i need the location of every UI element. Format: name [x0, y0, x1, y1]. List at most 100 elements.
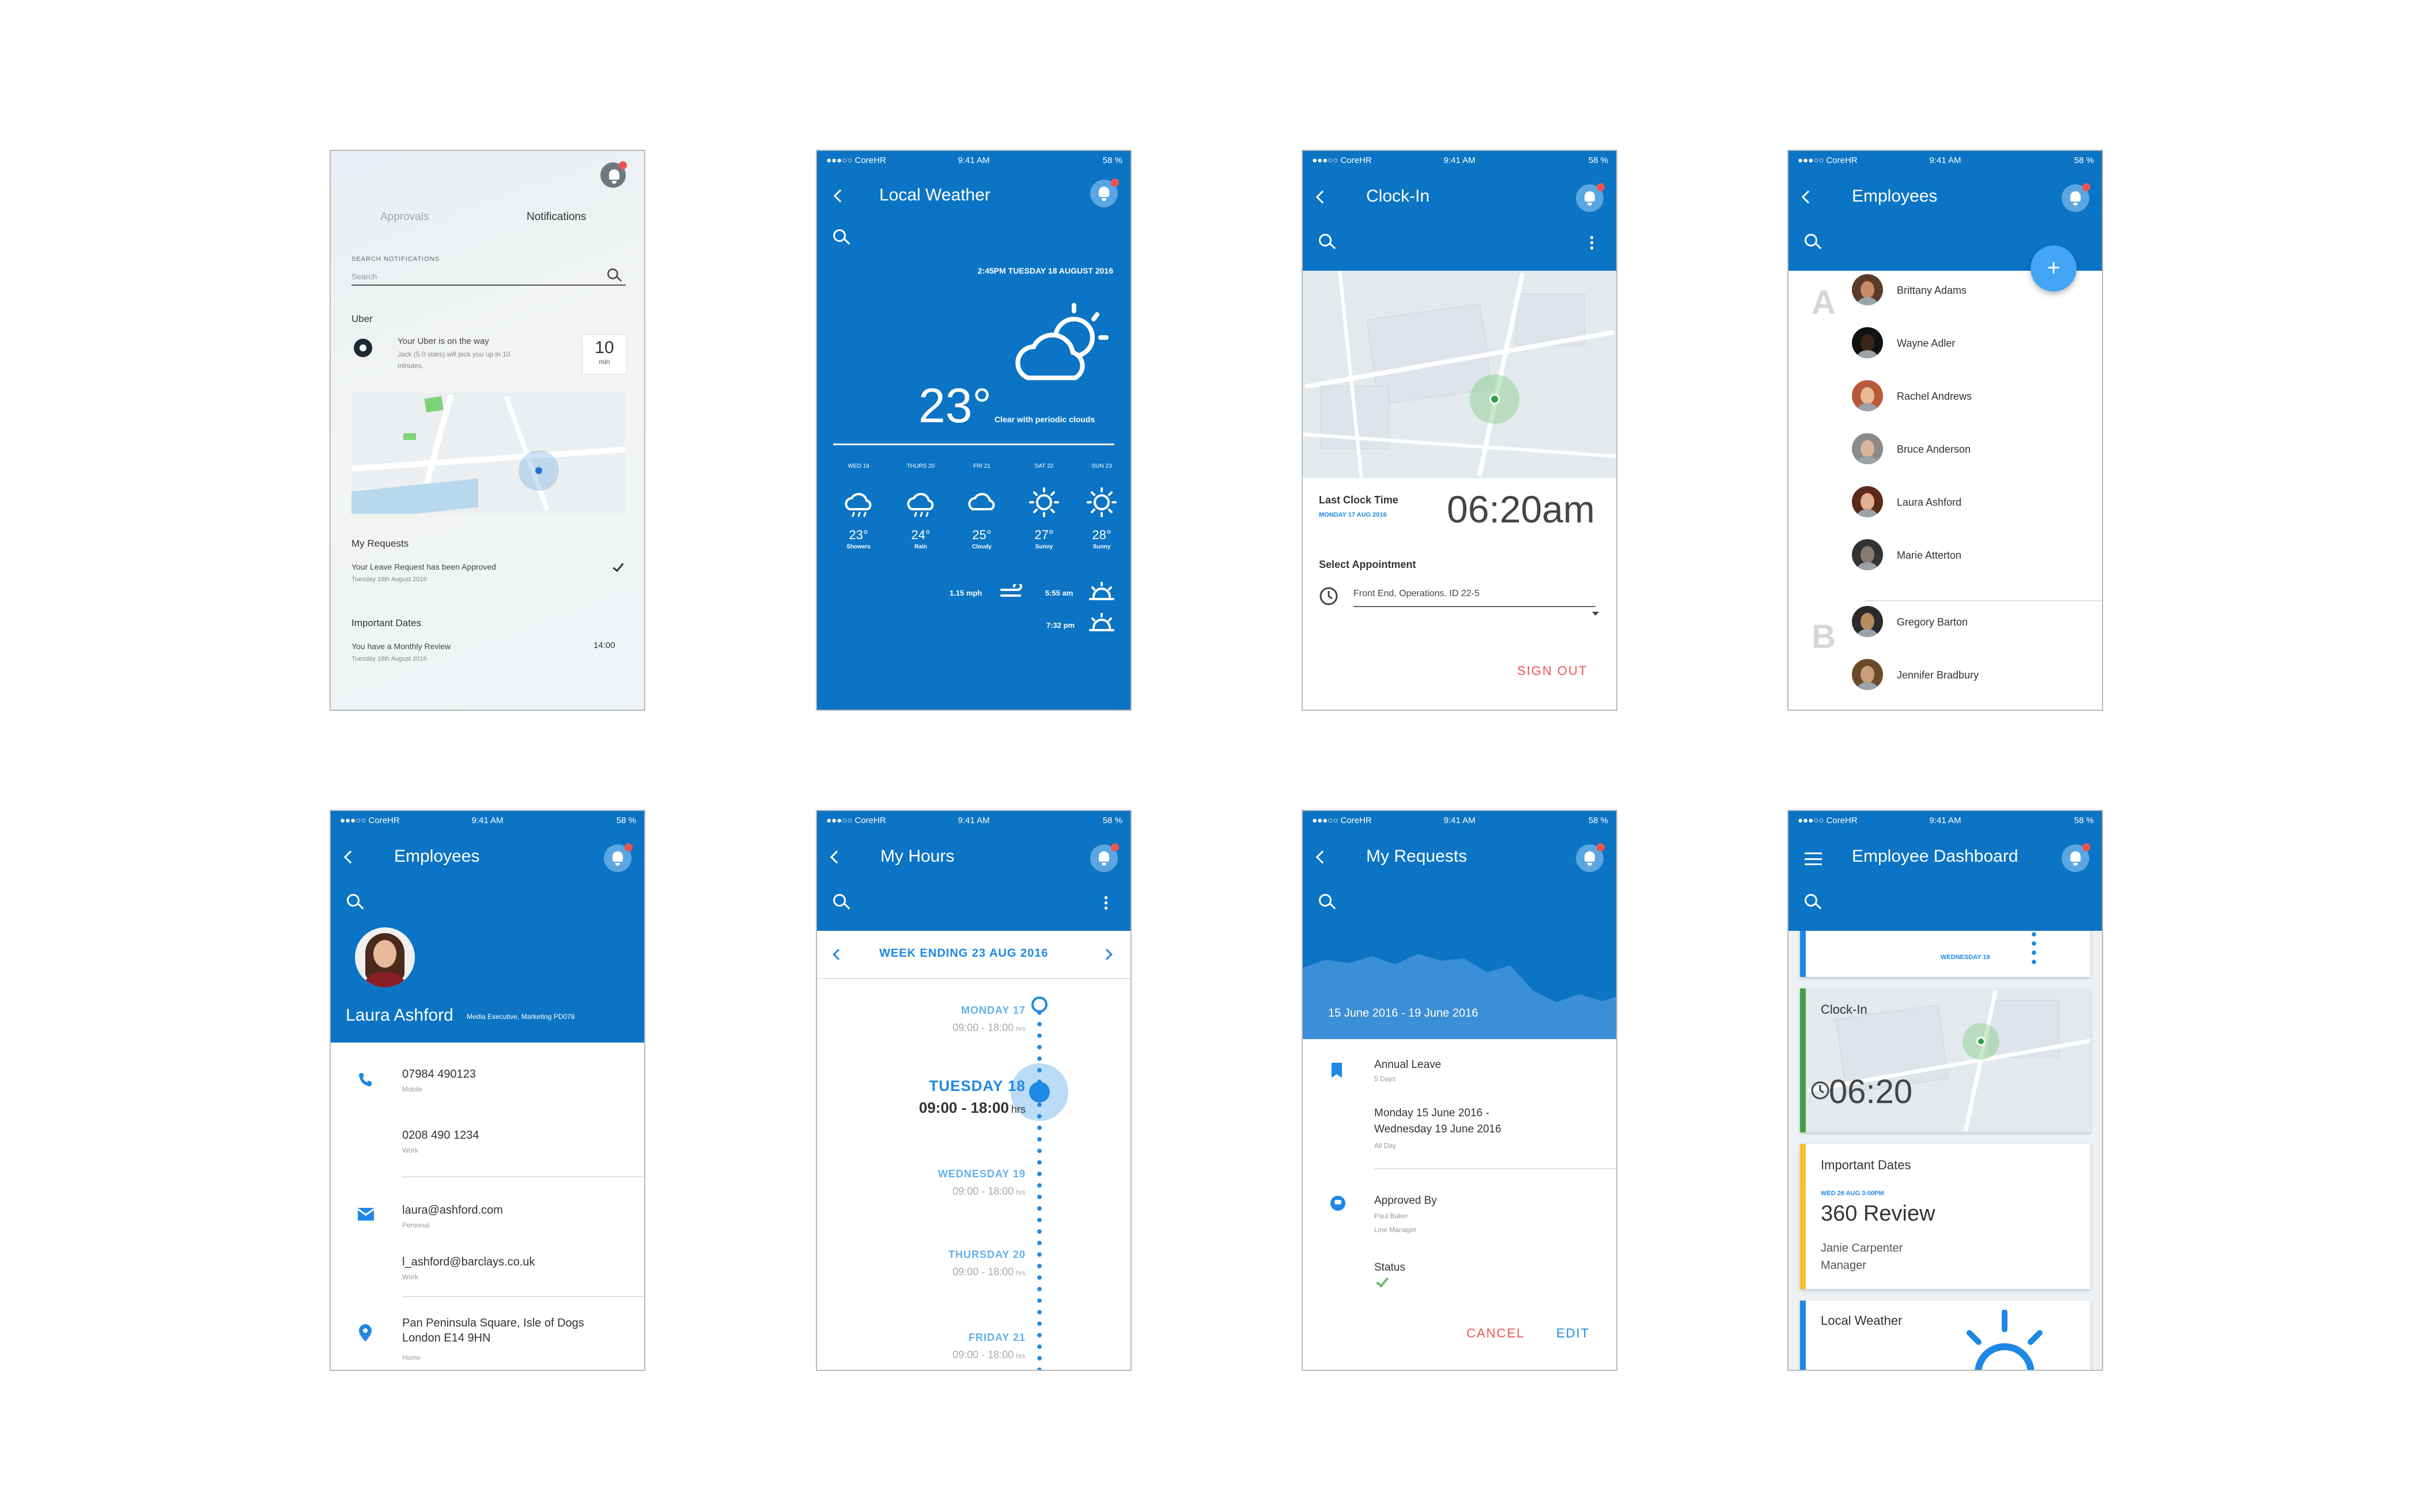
email-personal[interactable]: laura@ashford.com: [402, 1204, 503, 1217]
forecast-temp: 27°: [1034, 528, 1054, 542]
request-days: 5 Days: [1374, 1075, 1396, 1083]
clock: 9:41 AM: [1443, 156, 1476, 165]
back-icon[interactable]: [833, 189, 847, 203]
hours-day[interactable]: THURSDAY 20: [948, 1249, 1026, 1261]
hours-card-day: WEDNESDAY 19: [1941, 954, 1990, 961]
requests-title[interactable]: Your Leave Request has been Approved: [351, 562, 496, 571]
search-icon[interactable]: [1805, 234, 1822, 250]
dates-card-role: Manager: [1821, 1259, 1866, 1272]
hours-value: 09:00 - 18:00: [918, 1099, 1009, 1116]
notification-bell-icon[interactable]: [1090, 843, 1119, 872]
notification-bell-icon[interactable]: [1090, 179, 1119, 207]
employee-row[interactable]: Rachel Andrews: [1852, 379, 2100, 414]
notification-bell-icon[interactable]: [2062, 183, 2090, 212]
sign-out-button[interactable]: SIGN OUT: [1517, 664, 1587, 679]
dates-card-person: Janie Carpenter: [1821, 1242, 1903, 1255]
clockin-card[interactable]: Clock-In 06:20: [1800, 988, 2090, 1132]
status-bar: ●●●○○ CoreHR 9:41 AM 58 %: [817, 811, 1130, 829]
wind-icon: [1000, 584, 1022, 597]
week-label: WEEK ENDING 23 AUG 2016: [879, 947, 1049, 960]
notification-bell-icon[interactable]: [1576, 843, 1605, 872]
tab-notifications[interactable]: Notifications: [527, 211, 587, 223]
hours-day[interactable]: WEDNESDAY 19: [938, 1168, 1026, 1180]
cancel-button[interactable]: CANCEL: [1466, 1326, 1525, 1341]
employee-name: Brittany Adams: [1897, 285, 1967, 296]
tab-approvals[interactable]: Approvals: [380, 211, 429, 223]
employee-row[interactable]: Bruce Anderson: [1852, 432, 2100, 467]
dates-title[interactable]: You have a Monthly Review: [351, 642, 451, 651]
back-icon[interactable]: [1315, 850, 1329, 864]
clock: 9:41 AM: [958, 156, 990, 165]
search-icon[interactable]: [1319, 894, 1336, 910]
uber-eta: 10: [595, 338, 614, 357]
employee-row[interactable]: Laura Ashford: [1852, 485, 2100, 520]
avatar: [1852, 486, 1883, 517]
phone-mobile[interactable]: 07984 490123: [402, 1068, 476, 1081]
employee-row[interactable]: Jennifer Bradbury: [1852, 658, 2100, 692]
hours-day[interactable]: TUESDAY 18: [929, 1077, 1026, 1095]
page-title: Clock-In: [1366, 187, 1430, 206]
previous-week-icon[interactable]: [833, 949, 844, 960]
divider: [402, 1176, 644, 1177]
email-work[interactable]: l_ashford@barclays.co.uk: [402, 1256, 535, 1269]
search-icon[interactable]: [1805, 894, 1822, 910]
search-icon[interactable]: [833, 894, 850, 910]
back-icon[interactable]: [1801, 190, 1815, 204]
back-icon[interactable]: [343, 850, 357, 864]
status-bar: ●●●○○ CoreHR 9:41 AM 58 %: [817, 151, 1130, 169]
search-icon[interactable]: [1319, 234, 1336, 250]
edit-button[interactable]: EDIT: [1556, 1326, 1590, 1341]
more-icon[interactable]: [1590, 235, 1593, 250]
hours-day[interactable]: FRIDAY 21: [969, 1332, 1026, 1344]
forecast-day: WED 19: [848, 463, 869, 469]
employee-row[interactable]: Gregory Barton: [1852, 605, 2100, 639]
back-icon[interactable]: [1315, 190, 1329, 204]
important-dates-card[interactable]: Important Dates WED 26 AUG 3:00PM 360 Re…: [1800, 1144, 2090, 1289]
approver-role: Line Manager: [1374, 1226, 1417, 1234]
dates-header: Important Dates: [351, 617, 421, 628]
employee-name: Bruce Anderson: [1897, 444, 1971, 455]
hours-unit: hrs: [1011, 1104, 1026, 1115]
showers-icon: [845, 492, 872, 517]
notification-bell-icon[interactable]: [1576, 183, 1605, 212]
last-clock-label: Last Clock Time: [1319, 494, 1398, 506]
status-bar: ●●●○○ CoreHR 9:41 AM 58 %: [331, 811, 644, 829]
search-icon[interactable]: [607, 268, 622, 282]
hours-unit: hrs: [1016, 1025, 1026, 1033]
forecast-day: FRI 21: [973, 463, 990, 469]
clock: 9:41 AM: [1929, 816, 1961, 825]
avatar: [1852, 539, 1883, 570]
menu-icon[interactable]: [1805, 852, 1822, 865]
notification-bell-icon[interactable]: [2062, 843, 2090, 872]
uber-map[interactable]: [351, 393, 626, 514]
address-line-1[interactable]: Pan Peninsula Square, Isle of Dogs: [402, 1317, 584, 1330]
employee-row[interactable]: Wayne Adler: [1852, 326, 2100, 361]
location-map[interactable]: [1303, 271, 1616, 478]
address-line-2[interactable]: London E14 9HN: [402, 1332, 490, 1345]
timeline-selected-marker[interactable]: [1029, 1082, 1050, 1102]
phone-work-type: Work: [402, 1146, 418, 1154]
next-week-icon[interactable]: [1101, 949, 1113, 960]
battery: 58 %: [616, 816, 636, 825]
phone-work[interactable]: 0208 490 1234: [402, 1129, 479, 1142]
hours-day[interactable]: MONDAY 17: [961, 1005, 1026, 1017]
more-icon[interactable]: [1105, 895, 1107, 910]
employee-row[interactable]: Brittany Adams: [1852, 273, 2100, 308]
back-icon[interactable]: [830, 850, 844, 864]
weather-card[interactable]: Local Weather: [1800, 1301, 2090, 1370]
hours-range: 09:00 - 18:00 hrs: [952, 1349, 1026, 1361]
sunset-icon: [1089, 613, 1114, 631]
avatar: [1852, 659, 1883, 690]
current-temp: 23°: [918, 378, 992, 433]
search-icon[interactable]: [347, 894, 364, 910]
notification-bell-icon[interactable]: [604, 843, 633, 872]
timeline-day-marker[interactable]: [1031, 996, 1048, 1013]
battery: 58 %: [1102, 816, 1122, 825]
email-personal-type: Personal: [402, 1221, 430, 1229]
employee-row[interactable]: Marie Atterton: [1852, 538, 2100, 573]
appointment-select[interactable]: Front End, Operations. ID 22-5: [1353, 589, 1480, 599]
search-icon[interactable]: [833, 229, 850, 245]
notification-bell-icon[interactable]: [600, 161, 627, 188]
search-input[interactable]: Search: [351, 272, 377, 281]
dropdown-arrow-icon[interactable]: [1592, 612, 1599, 616]
